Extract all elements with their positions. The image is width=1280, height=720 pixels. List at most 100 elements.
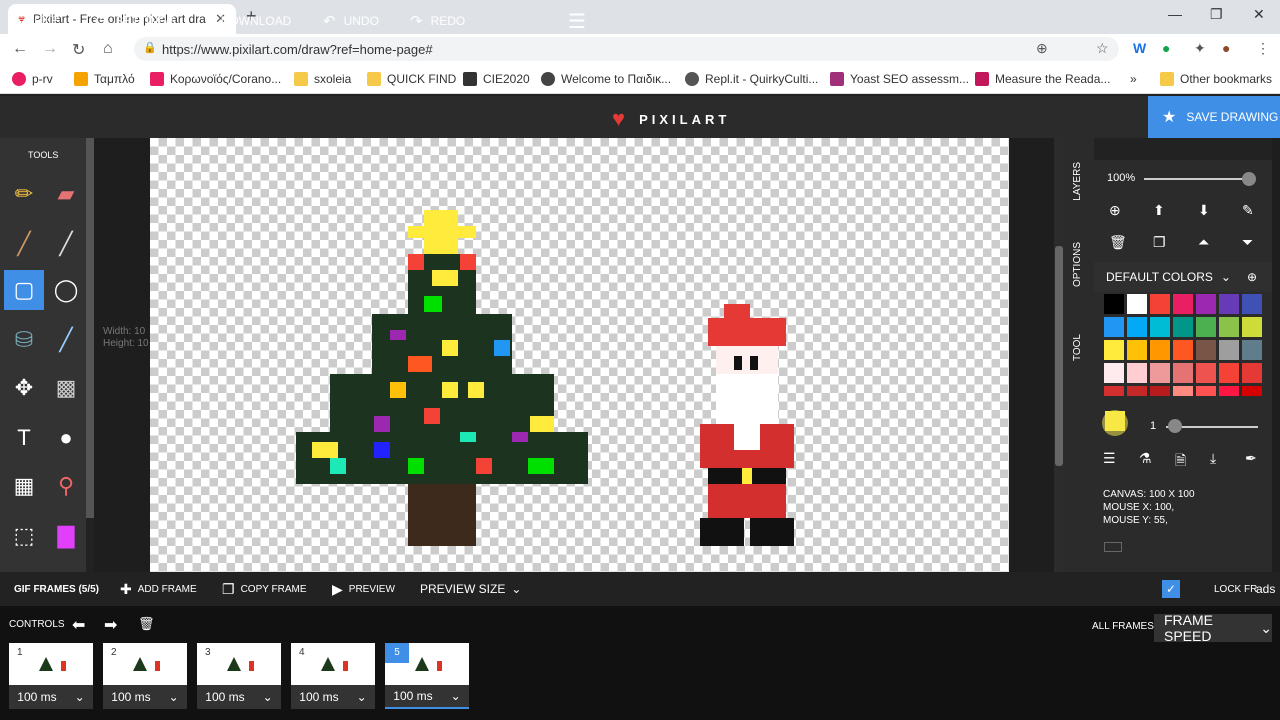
select-shape-icon[interactable]: ▩ <box>46 368 86 408</box>
preview-size-dropdown[interactable]: PREVIEW SIZE ⌄ <box>420 572 521 606</box>
canvas-scrollbar[interactable] <box>1054 138 1064 572</box>
color-swatch[interactable] <box>1149 293 1171 315</box>
bookmark-folder[interactable]: QUICK FIND <box>367 72 456 86</box>
opacity-slider-knob[interactable] <box>1242 172 1256 186</box>
delete-frame-icon[interactable]: 🗑 <box>138 616 155 632</box>
move-tool-icon[interactable]: ✥ <box>4 368 44 408</box>
download-button[interactable]: ⤓ DOWNLOAD <box>206 0 291 42</box>
color-swatch[interactable] <box>1103 362 1125 384</box>
rectangle-tool-icon[interactable]: ▢ <box>4 270 44 310</box>
frame-speed-dropdown[interactable]: FRAME SPEED ⌄ <box>1154 612 1272 644</box>
frame-thumbnail[interactable]: 4 <box>291 643 375 685</box>
dither-tool-icon[interactable]: ▦ <box>4 466 44 506</box>
bookmark-item[interactable]: Yoast SEO assessm... <box>830 72 969 86</box>
word-extension-icon[interactable]: W <box>1133 40 1146 56</box>
import-icon[interactable]: ⤓ <box>1210 450 1216 467</box>
back-icon[interactable]: ← <box>12 40 28 58</box>
frame-thumbnail-active[interactable]: 5 <box>385 643 469 685</box>
select-tool-icon[interactable]: ⬚ <box>4 516 44 556</box>
line-tool-icon[interactable]: ╱ <box>46 224 86 264</box>
redo-button[interactable]: ↷ REDO <box>410 0 465 42</box>
color-swatch[interactable] <box>1218 385 1240 397</box>
bookmark-item[interactable]: Ταμπλό <box>74 72 135 86</box>
frame-thumbnail[interactable]: 2 <box>103 643 187 685</box>
lighten-tool-icon[interactable]: ● <box>46 418 86 458</box>
frame-thumbnail[interactable]: 3 <box>197 643 281 685</box>
tab-tool[interactable]: TOOL <box>1072 334 1083 361</box>
drawing-canvas[interactable] <box>150 138 1009 572</box>
bookmark-item[interactable]: p-rv <box>12 72 53 86</box>
settings-menu[interactable]: ⚙ SETTINGS <box>94 0 175 42</box>
lock-frames-checkbox[interactable]: ✓ <box>1162 572 1180 606</box>
bookmark-item[interactable]: Repl.it - QuirkyCulti... <box>685 72 818 86</box>
frame-speed-select[interactable]: 100 ms ⌄ <box>291 685 375 709</box>
brush-size-knob[interactable] <box>1168 419 1182 433</box>
add-layer-icon[interactable]: ⊕ <box>1109 202 1121 219</box>
frame-speed-select[interactable]: 100 ms ⌄ <box>103 685 187 709</box>
home-icon[interactable]: ⌂ <box>103 40 113 58</box>
move-layer-up-icon[interactable]: ⬆ <box>1153 202 1165 219</box>
other-bookmarks[interactable]: Other bookmarks <box>1160 72 1272 86</box>
bookmark-item[interactable]: CIE2020 <box>463 72 530 86</box>
brush-tool-icon[interactable]: ╱ <box>4 224 44 264</box>
color-swatch[interactable] <box>1218 293 1240 315</box>
fill-bucket-icon[interactable]: ⛁ <box>4 320 44 360</box>
color-swatch[interactable] <box>1195 339 1217 361</box>
frame-thumbnail[interactable]: 1 <box>9 643 93 685</box>
color-swatch[interactable] <box>1149 339 1171 361</box>
gradient-tool-icon[interactable]: ▇ <box>46 516 86 556</box>
color-swatch[interactable] <box>1149 316 1171 338</box>
profile-avatar[interactable]: ● <box>1222 40 1230 56</box>
color-swatch[interactable] <box>1172 316 1194 338</box>
color-swatch[interactable] <box>1126 293 1148 315</box>
bookmark-item[interactable]: Κορωνοϊός/Corano... <box>150 72 281 86</box>
eyedropper-icon[interactable]: ╱ <box>46 320 86 360</box>
add-icon[interactable]: ⊕ <box>1036 40 1048 57</box>
color-swatch[interactable] <box>1241 362 1263 384</box>
color-swatch[interactable] <box>1172 339 1194 361</box>
circle-tool-icon[interactable]: ◯ <box>46 270 86 310</box>
scrollbar-thumb[interactable] <box>1055 246 1063 466</box>
color-swatch[interactable] <box>1218 362 1240 384</box>
eraser-tool-icon[interactable]: ▰ <box>46 174 86 214</box>
color-swatch[interactable] <box>1241 293 1263 315</box>
color-swatch[interactable] <box>1195 385 1217 397</box>
hamburger-menu-icon[interactable]: ☰ <box>568 0 586 42</box>
color-swatch[interactable] <box>1172 385 1194 397</box>
frame-speed-select[interactable]: 100 ms ⌄ <box>385 685 469 709</box>
more-bookmarks[interactable]: » <box>1130 72 1137 86</box>
tab-options[interactable]: OPTIONS <box>1072 242 1083 287</box>
color-swatch[interactable] <box>1172 362 1194 384</box>
extensions-icon[interactable]: ✦ <box>1194 40 1206 57</box>
bookmark-item[interactable]: Welcome to Παιδικ... <box>541 72 671 86</box>
color-swatch[interactable] <box>1149 385 1171 397</box>
color-swatch[interactable] <box>1103 293 1125 315</box>
color-swatch[interactable] <box>1195 293 1217 315</box>
edit-layer-icon[interactable]: ✎ <box>1242 202 1254 219</box>
text-tool-icon[interactable]: T <box>4 418 44 458</box>
color-swatch[interactable] <box>1241 385 1263 397</box>
color-swatch[interactable] <box>1218 339 1240 361</box>
maximize-icon[interactable]: ❐ <box>1210 6 1223 23</box>
color-swatch[interactable] <box>1126 385 1148 397</box>
save-drawing-button[interactable]: ★ SAVE DRAWING <box>1148 96 1280 138</box>
next-frame-icon[interactable]: ➡ <box>104 615 117 635</box>
undo-button[interactable]: ↶ UNDO <box>323 0 379 42</box>
duplicate-layer-icon[interactable]: ❐ <box>1153 234 1166 251</box>
preview-button[interactable]: ▶ PREVIEW <box>332 572 395 606</box>
list-icon[interactable]: ☰ <box>1103 450 1116 467</box>
frame-speed-select[interactable]: 100 ms ⌄ <box>197 685 281 709</box>
color-swatch[interactable] <box>1172 293 1194 315</box>
keyboard-icon[interactable] <box>1104 542 1122 552</box>
color-swatch[interactable] <box>1103 339 1125 361</box>
previous-frame-icon[interactable]: ⬅ <box>72 615 85 635</box>
merge-up-icon[interactable]: ⏶ <box>1198 234 1209 251</box>
color-swatch[interactable] <box>1126 362 1148 384</box>
color-swatch[interactable] <box>1195 316 1217 338</box>
add-color-icon[interactable]: ⊕ <box>1247 270 1257 284</box>
tab-layers[interactable]: LAYERS <box>1072 162 1083 201</box>
color-swatch[interactable] <box>1218 316 1240 338</box>
close-window-icon[interactable]: ✕ <box>1253 6 1265 23</box>
frame-speed-select[interactable]: 100 ms ⌄ <box>9 685 93 709</box>
color-picker-icon[interactable]: ✒ <box>1245 450 1257 467</box>
